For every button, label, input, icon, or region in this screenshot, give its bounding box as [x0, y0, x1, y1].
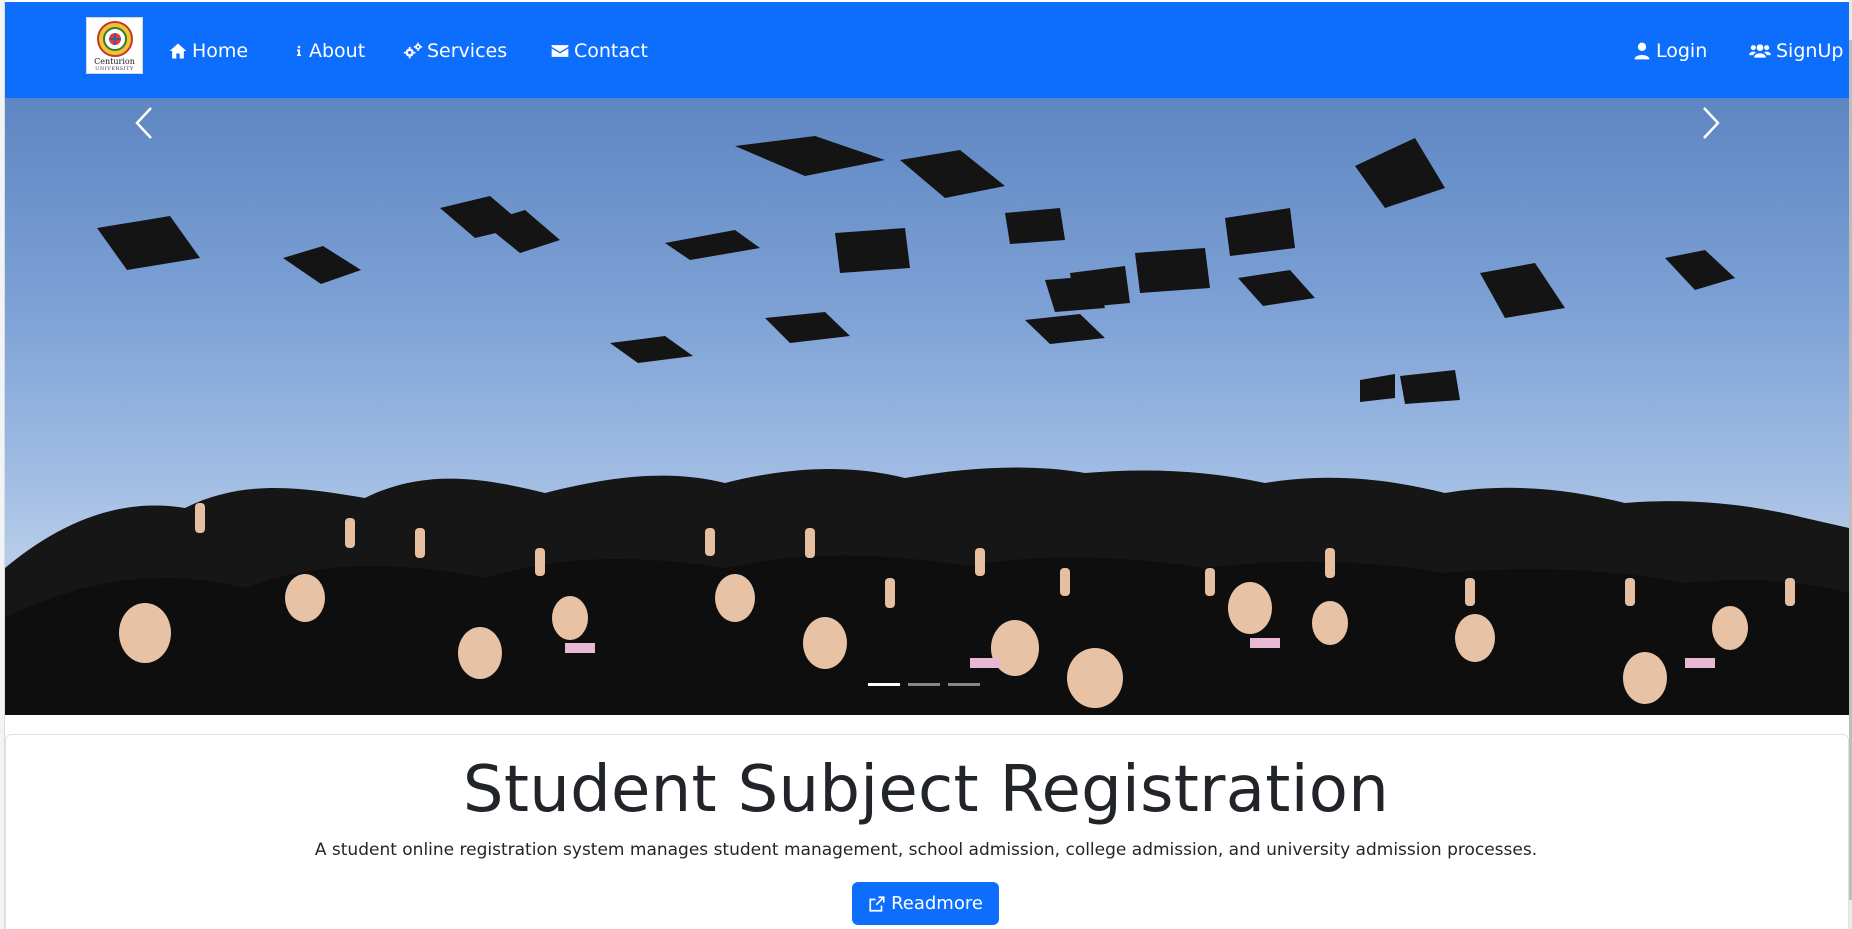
carousel-indicator-2[interactable] [908, 683, 940, 686]
page-description: A student online registration system man… [314, 840, 1538, 860]
users-icon [1749, 44, 1771, 58]
info-icon [297, 45, 301, 56]
home-icon [169, 43, 187, 59]
logo-name: Centurion [94, 57, 135, 66]
carousel-next-button[interactable] [1650, 98, 1770, 148]
gears-icon [403, 42, 423, 59]
envelope-icon [551, 45, 569, 57]
logo-seal-icon [96, 21, 133, 57]
nav-login-link[interactable]: Login [1632, 38, 1707, 64]
page-title: Student Subject Registration [462, 753, 1390, 827]
graduates-crowd [5, 467, 1849, 715]
nav-contact-label: Contact [574, 40, 648, 62]
user-icon [1634, 42, 1650, 60]
nav-login-label: Login [1656, 40, 1708, 62]
logo-subtext: UNIVERSITY [95, 66, 134, 72]
nav-home-label: Home [192, 40, 249, 62]
carousel-indicators [868, 683, 980, 686]
graduation-caps [97, 136, 1735, 404]
carousel-slide-image [5, 136, 1849, 715]
chevron-left-icon [135, 107, 152, 139]
top-navbar: Centurion UNIVERSITY Home About Services… [5, 2, 1849, 98]
nav-services-link[interactable]: Services [403, 38, 507, 64]
carousel-indicator-3[interactable] [948, 683, 980, 686]
chevron-right-icon [1703, 107, 1720, 139]
nav-about-link[interactable]: About [293, 38, 365, 64]
external-link-icon [869, 895, 885, 912]
nav-signup-label: SignUp [1776, 40, 1844, 62]
nav-services-label: Services [427, 40, 508, 62]
hero-carousel[interactable] [5, 98, 1849, 715]
carousel-prev-button[interactable] [85, 98, 205, 148]
readmore-label: Readmore [891, 893, 983, 914]
nav-about-label: About [309, 40, 366, 62]
carousel-indicator-1[interactable] [868, 683, 900, 686]
nav-home-link[interactable]: Home [168, 38, 248, 64]
readmore-button[interactable]: Readmore [852, 882, 999, 925]
nav-contact-link[interactable]: Contact [550, 38, 648, 64]
university-logo[interactable]: Centurion UNIVERSITY [86, 17, 143, 74]
nav-signup-link[interactable]: SignUp [1748, 38, 1843, 64]
